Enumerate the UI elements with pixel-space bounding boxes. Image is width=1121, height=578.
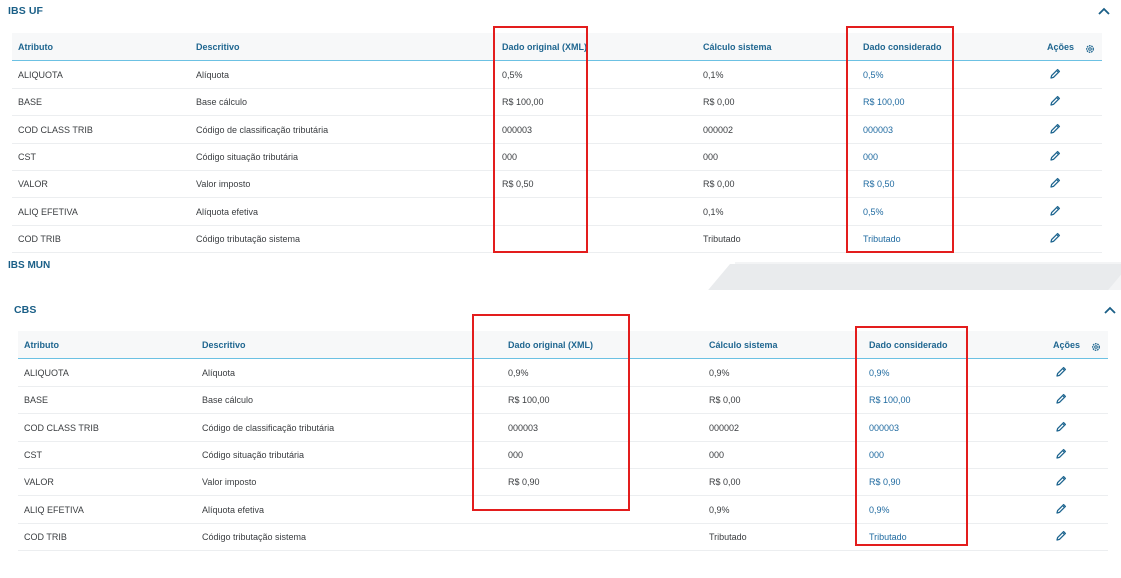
cell-descritivo: Valor imposto	[202, 477, 257, 488]
cell-descritivo: Código situação tributária	[202, 449, 305, 460]
col-calculo-sistema[interactable]: Cálculo sistema	[703, 42, 772, 52]
cell-descritivo: Alíquota	[202, 368, 236, 378]
cell-atributo: COD TRIB	[24, 531, 67, 542]
cell-atributo: VALOR	[24, 477, 54, 488]
cell-atributo: CST	[18, 151, 36, 162]
cell-descritivo: Base cálculo	[196, 97, 248, 108]
pencil-icon[interactable]	[1048, 231, 1062, 245]
col-atributo[interactable]: Atributo	[24, 340, 59, 350]
pencil-icon[interactable]	[1054, 420, 1068, 434]
highlight-dado-considerado	[855, 326, 968, 546]
pencil-icon[interactable]	[1048, 176, 1062, 190]
cell-calculo-sistema: 0,9%	[709, 368, 730, 378]
cell-calculo-sistema: R$ 0,00	[709, 477, 741, 488]
cell-calculo-sistema: 000002	[709, 422, 740, 433]
ibs-uf-panel: IBS UF Atributo Descritivo Dado original…	[0, 0, 1121, 268]
cell-atributo: CST	[24, 449, 42, 460]
cell-descritivo: Alíquota efetiva	[202, 504, 265, 515]
col-descritivo[interactable]: Descritivo	[202, 340, 246, 350]
cell-calculo-sistema: Tributado	[709, 531, 747, 542]
gear-icon[interactable]	[1085, 41, 1095, 53]
pencil-icon[interactable]	[1054, 474, 1068, 488]
pencil-icon[interactable]	[1054, 447, 1068, 461]
pencil-icon[interactable]	[1048, 94, 1062, 108]
pencil-icon[interactable]	[1048, 149, 1062, 163]
col-acoes: Ações	[1053, 340, 1081, 350]
cbs-panel: CBS Atributo Descritivo Dado original (X…	[0, 290, 1121, 578]
col-acoes: Ações	[1047, 42, 1075, 52]
pencil-icon[interactable]	[1048, 204, 1062, 218]
cell-descritivo: Código situação tributária	[196, 151, 299, 162]
ibs-mun-title[interactable]: IBS MUN	[8, 259, 50, 268]
cell-descritivo: Alíquota efetiva	[196, 206, 259, 217]
cell-calculo-sistema: R$ 0,00	[709, 395, 741, 406]
ibs-mun-panel-peek: IBS MUN	[0, 259, 1121, 294]
chevron-up-icon[interactable]	[1104, 306, 1118, 316]
highlight-dado-considerado	[846, 26, 954, 253]
cell-atributo: COD CLASS TRIB	[18, 124, 93, 135]
gear-icon[interactable]	[1091, 339, 1101, 351]
highlight-dado-original	[472, 314, 630, 511]
cell-calculo-sistema: Tributado	[703, 233, 741, 244]
pencil-icon[interactable]	[1048, 67, 1062, 81]
peek-background	[0, 262, 735, 290]
cell-atributo: COD TRIB	[18, 233, 61, 244]
cell-atributo: BASE	[24, 395, 49, 406]
cell-calculo-sistema: 000	[703, 151, 719, 162]
cell-calculo-sistema: 0,1%	[703, 70, 724, 80]
cell-calculo-sistema: 000002	[703, 124, 734, 135]
cell-calculo-sistema: 0,1%	[703, 206, 724, 217]
cell-atributo: BASE	[18, 97, 43, 108]
cell-atributo: ALIQ EFETIVA	[24, 504, 84, 515]
col-atributo[interactable]: Atributo	[18, 42, 53, 52]
col-calculo-sistema[interactable]: Cálculo sistema	[709, 340, 778, 350]
pencil-icon[interactable]	[1048, 122, 1062, 136]
cell-descritivo: Código tributação sistema	[196, 233, 301, 244]
cell-descritivo: Código de classificação tributária	[202, 422, 335, 433]
cell-descritivo: Código de classificação tributária	[196, 124, 329, 135]
highlight-dado-original	[493, 26, 588, 253]
cell-atributo: VALOR	[18, 179, 48, 190]
pencil-icon[interactable]	[1054, 365, 1068, 379]
cell-descritivo: Valor imposto	[196, 179, 251, 190]
cell-descritivo: Base cálculo	[202, 395, 254, 406]
pencil-icon[interactable]	[1054, 529, 1068, 543]
cell-descritivo: Código tributação sistema	[202, 531, 307, 542]
cell-atributo: ALIQUOTA	[24, 368, 69, 378]
cell-calculo-sistema: R$ 0,00	[703, 97, 735, 108]
pencil-icon[interactable]	[1054, 502, 1068, 516]
col-descritivo[interactable]: Descritivo	[196, 42, 240, 52]
cell-calculo-sistema: R$ 0,00	[703, 179, 735, 190]
cell-calculo-sistema: 000	[709, 449, 725, 460]
cell-atributo: COD CLASS TRIB	[24, 422, 99, 433]
ibs-uf-title: IBS UF	[8, 5, 44, 17]
cell-descritivo: Alíquota	[196, 70, 230, 80]
cell-atributo: ALIQ EFETIVA	[18, 206, 78, 217]
cell-atributo: ALIQUOTA	[18, 70, 63, 80]
pencil-icon[interactable]	[1054, 392, 1068, 406]
chevron-up-icon[interactable]	[1098, 7, 1112, 17]
cell-calculo-sistema: 0,9%	[709, 504, 730, 515]
cbs-title: CBS	[14, 304, 37, 316]
